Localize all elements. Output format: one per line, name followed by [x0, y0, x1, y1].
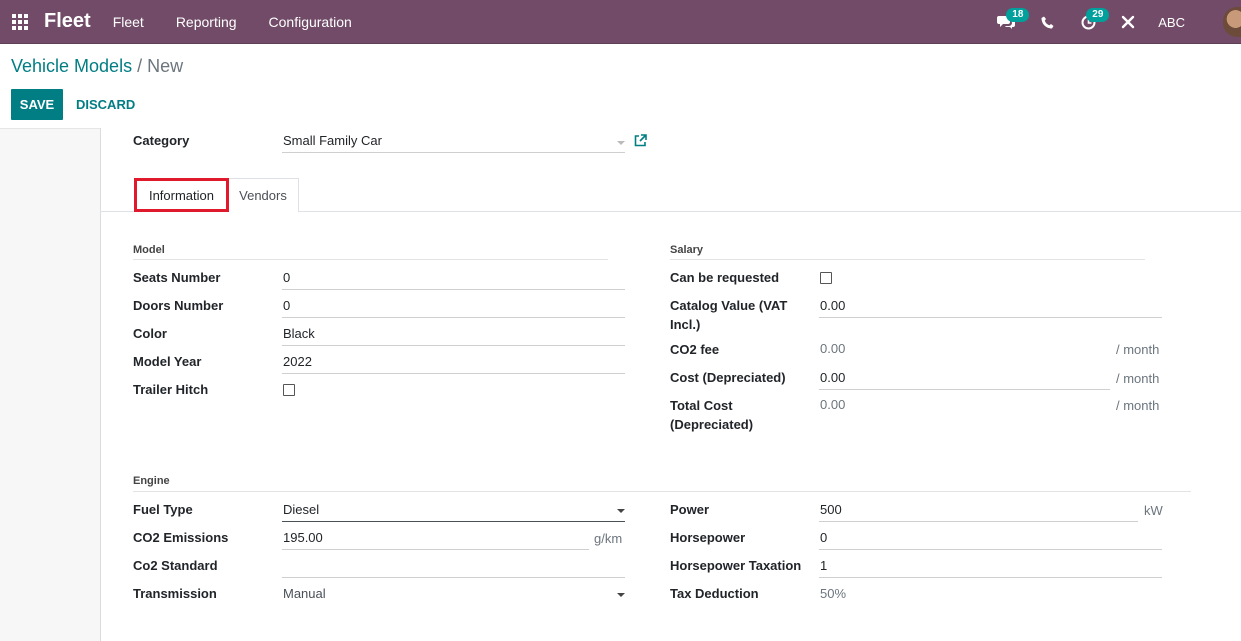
- co2-standard-label: Co2 Standard: [133, 558, 218, 573]
- tab-information[interactable]: Information: [134, 178, 229, 212]
- cost-depreciated-label: Cost (Depreciated): [670, 370, 786, 385]
- seats-field[interactable]: 0: [282, 268, 625, 290]
- power-label: Power: [670, 502, 710, 517]
- transmission-label: Transmission: [133, 586, 217, 601]
- horsepower-taxation-field[interactable]: 1: [819, 556, 1162, 578]
- trailer-hitch-checkbox[interactable]: [283, 384, 295, 396]
- co2-fee-label: CO2 fee: [670, 342, 720, 357]
- doors-field[interactable]: 0: [282, 296, 625, 318]
- user-menu[interactable]: ABC: [1158, 15, 1185, 30]
- co2-fee-unit: / month: [1116, 342, 1160, 357]
- category-dropdown-icon[interactable]: [617, 141, 625, 145]
- cost-depreciated-field[interactable]: 0.00: [819, 368, 1110, 390]
- avatar[interactable]: [1223, 7, 1241, 37]
- apps-menu-icon[interactable]: [0, 0, 40, 44]
- power-field[interactable]: 500: [819, 500, 1138, 522]
- total-cost-label: Total Cost (Depreciated): [670, 398, 754, 432]
- activities-button[interactable]: 29: [1070, 0, 1110, 44]
- breadcrumb-current: New: [147, 56, 184, 76]
- model-year-label: Model Year: [133, 354, 202, 369]
- model-section-title: Model: [133, 244, 165, 256]
- model-section-divider: [133, 259, 608, 260]
- engine-section-divider: [133, 491, 1191, 492]
- fuel-type-label: Fuel Type: [133, 502, 193, 517]
- color-label: Color: [133, 326, 167, 341]
- catalog-value-label: Catalog Value (VAT Incl.): [670, 298, 788, 332]
- salary-section-divider: [670, 259, 1145, 260]
- co2-emissions-unit: g/km: [594, 531, 623, 546]
- total-cost-value: 0.00: [820, 397, 846, 412]
- catalog-value-field[interactable]: 0.00: [819, 296, 1162, 318]
- co2-fee-value: 0.00: [820, 341, 846, 356]
- save-button[interactable]: SAVE: [11, 89, 63, 120]
- messages-button[interactable]: 18: [988, 0, 1030, 44]
- seats-label: Seats Number: [133, 270, 221, 285]
- cost-depreciated-unit: / month: [1116, 371, 1160, 386]
- horsepower-label: Horsepower: [670, 530, 746, 545]
- app-name[interactable]: Fleet: [44, 10, 91, 33]
- horsepower-field[interactable]: 0: [819, 528, 1162, 550]
- salary-section-title: Salary: [670, 244, 704, 256]
- model-year-field[interactable]: 2022: [282, 352, 625, 374]
- can-be-requested-checkbox[interactable]: [820, 272, 832, 284]
- can-be-requested-label: Can be requested: [670, 270, 780, 285]
- top-navbar: Fleet Fleet Reporting Configuration 18 2…: [0, 0, 1241, 44]
- fuel-type-dropdown-icon[interactable]: [617, 509, 625, 513]
- transmission-dropdown-icon[interactable]: [617, 593, 625, 597]
- color-field[interactable]: Black: [282, 324, 625, 346]
- external-link-icon[interactable]: [634, 134, 647, 147]
- menu-configuration[interactable]: Configuration: [269, 14, 352, 30]
- power-unit: kW: [1144, 503, 1163, 518]
- phone-icon: [1041, 16, 1054, 28]
- breadcrumb-separator: /: [137, 56, 143, 76]
- debug-tools-button[interactable]: [1118, 0, 1138, 44]
- horsepower-taxation-label: Horsepower Taxation: [670, 558, 802, 573]
- menu-fleet[interactable]: Fleet: [113, 14, 144, 30]
- doors-label: Doors Number: [133, 298, 224, 313]
- co2-emissions-label: CO2 Emissions: [133, 530, 229, 545]
- tools-icon: [1122, 15, 1135, 29]
- activities-badge: 29: [1086, 8, 1110, 22]
- menu-reporting[interactable]: Reporting: [176, 14, 237, 30]
- breadcrumb-parent[interactable]: Vehicle Models: [11, 56, 132, 76]
- co2-emissions-field[interactable]: 195.00: [282, 528, 589, 550]
- trailer-hitch-label: Trailer Hitch: [133, 382, 209, 397]
- messages-badge: 18: [1006, 8, 1030, 22]
- total-cost-unit: / month: [1116, 398, 1160, 413]
- tax-deduction-label: Tax Deduction: [670, 586, 759, 601]
- phone-button[interactable]: [1038, 0, 1056, 44]
- category-label: Category: [133, 133, 190, 148]
- breadcrumb: Vehicle Models / New: [11, 56, 183, 77]
- co2-standard-field[interactable]: [282, 556, 625, 578]
- engine-section-title: Engine: [133, 475, 170, 487]
- transmission-select[interactable]: Manual: [282, 584, 625, 606]
- tab-vendors[interactable]: Vendors: [227, 178, 299, 212]
- category-field[interactable]: Small Family Car: [282, 131, 625, 153]
- tax-deduction-value: 50%: [820, 586, 847, 601]
- discard-button[interactable]: DISCARD: [76, 89, 135, 120]
- fuel-type-select[interactable]: Diesel: [282, 500, 625, 522]
